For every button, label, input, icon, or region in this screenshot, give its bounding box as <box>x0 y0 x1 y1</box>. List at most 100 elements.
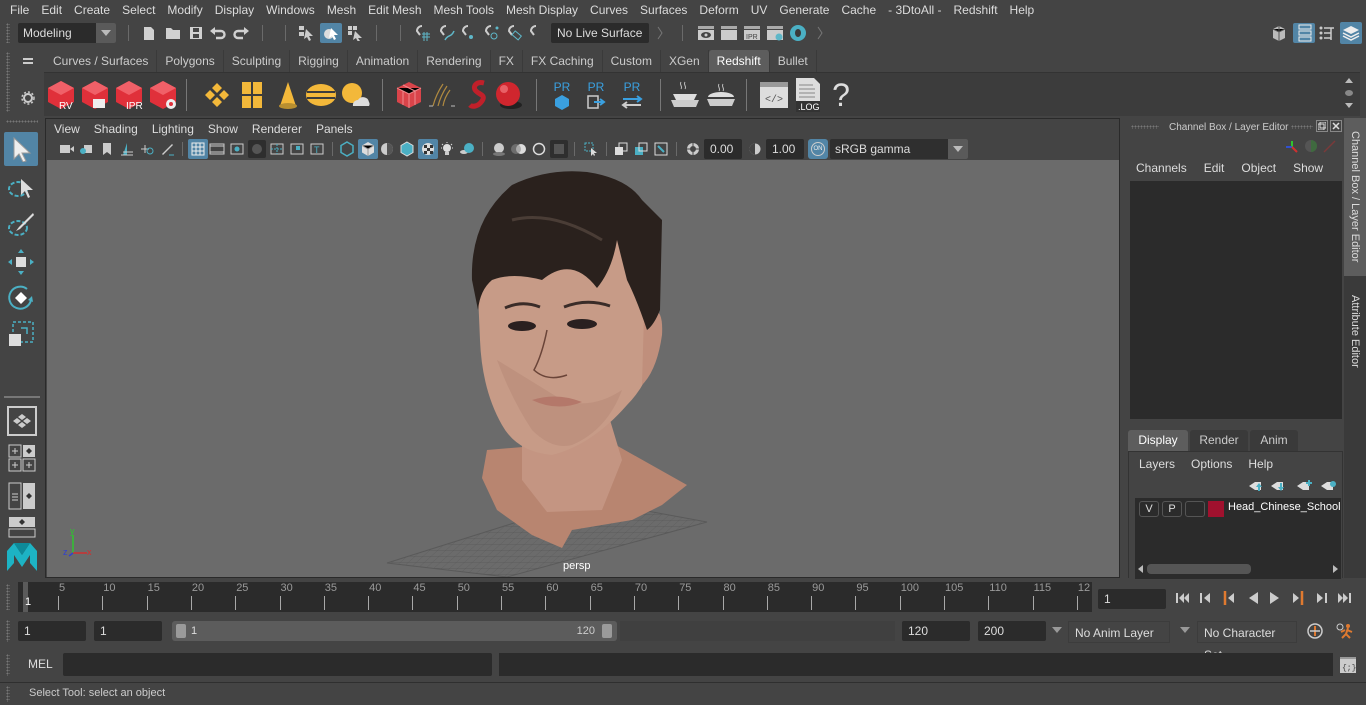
head-model[interactable] <box>372 160 732 577</box>
color-management-toggle[interactable]: ON <box>808 139 828 159</box>
redshift-ies-light-icon[interactable] <box>272 77 304 113</box>
camera-attributes-icon[interactable] <box>78 140 96 158</box>
redshift-dome-light-icon[interactable] <box>304 77 338 113</box>
isolate-select-icon[interactable] <box>582 140 600 158</box>
menu-display[interactable]: Display <box>209 0 260 20</box>
animation-start-field[interactable]: 1 <box>18 621 86 641</box>
playback-end-field[interactable]: 120 <box>902 621 970 641</box>
layer-tab-render[interactable]: Render <box>1190 430 1248 451</box>
move-layer-up-icon[interactable] <box>1247 478 1265 494</box>
toolbox-grip[interactable] <box>6 120 38 123</box>
tool-settings-icon[interactable] <box>1317 23 1337 43</box>
redshift-script-editor-icon[interactable]: </> <box>758 77 790 113</box>
redshift-hair-icon[interactable] <box>426 77 458 113</box>
snap-curve-icon[interactable] <box>436 23 456 43</box>
field-chart-icon[interactable] <box>268 140 286 158</box>
redshift-ipr-icon[interactable]: IPR <box>112 77 146 113</box>
command-input[interactable] <box>63 653 492 676</box>
go-to-start-icon[interactable] <box>1174 589 1192 607</box>
new-scene-icon[interactable] <box>140 23 158 43</box>
channel-box-menu-show[interactable]: Show <box>1293 161 1323 175</box>
range-slider[interactable]: 1 120 <box>172 621 617 641</box>
viewport-canvas[interactable]: persp y x z <box>47 160 1119 577</box>
close-panel-icon[interactable] <box>1330 120 1342 132</box>
status-line-grip[interactable] <box>6 23 10 43</box>
select-camera-icon[interactable] <box>58 140 76 158</box>
xray-active-components-icon[interactable] <box>632 140 650 158</box>
default-material-icon[interactable] <box>378 140 396 158</box>
range-grip[interactable] <box>6 620 10 642</box>
step-back-key-icon[interactable] <box>1220 589 1238 607</box>
wireframe-on-shaded-icon[interactable] <box>398 140 416 158</box>
redshift-pr-export-icon[interactable]: PR <box>582 75 610 115</box>
menu-generate[interactable]: Generate <box>773 0 835 20</box>
layer-visibility-toggle[interactable]: V <box>1139 501 1159 517</box>
redshift-log-icon[interactable]: .LOG <box>792 75 824 115</box>
speed-icon[interactable] <box>1303 138 1319 154</box>
go-to-end-icon[interactable] <box>1335 589 1353 607</box>
save-scene-icon[interactable] <box>186 23 206 43</box>
snap-view-plane-icon[interactable] <box>481 23 501 43</box>
bookmark-icon[interactable] <box>98 140 116 158</box>
persp-graph-layout-icon[interactable] <box>7 516 37 538</box>
new-layer-icon[interactable] <box>1295 478 1313 494</box>
viewport-menu-view[interactable]: View <box>46 122 87 136</box>
render-view-icon[interactable] <box>696 23 716 43</box>
viewport-menu-panels[interactable]: Panels <box>309 122 360 136</box>
layer-menu-layers[interactable]: Layers <box>1139 457 1175 471</box>
select-object-icon[interactable] <box>320 23 342 43</box>
layer-tab-anim[interactable]: Anim <box>1250 430 1298 451</box>
current-frame-field[interactable]: 1 <box>1098 589 1166 609</box>
hypershade-icon[interactable] <box>788 23 808 43</box>
multisample-aa-icon[interactable] <box>530 140 548 158</box>
auto-key-icon[interactable] <box>1305 621 1325 641</box>
screen-space-ao-icon[interactable] <box>490 140 508 158</box>
safe-title-icon[interactable]: T <box>308 140 326 158</box>
grease-pencil-icon[interactable] <box>158 140 176 158</box>
paint-select-tool-icon[interactable] <box>4 208 38 242</box>
xray-icon[interactable] <box>612 140 630 158</box>
menu-mesh-display[interactable]: Mesh Display <box>500 0 584 20</box>
layer-color-swatch[interactable] <box>1208 501 1224 517</box>
script-language-label[interactable]: MEL <box>28 657 53 671</box>
channel-box-menu-object[interactable]: Object <box>1241 161 1276 175</box>
command-line-grip[interactable] <box>6 654 10 676</box>
layer-menu-options[interactable]: Options <box>1191 457 1232 471</box>
range-start-handle[interactable] <box>176 624 186 638</box>
step-forward-frame-icon[interactable] <box>1312 589 1330 607</box>
channel-box-toggle-icon[interactable] <box>1340 22 1362 44</box>
side-tab-attribute-editor[interactable]: Attribute Editor <box>1344 280 1366 382</box>
redshift-batch-render-icon[interactable] <box>78 77 112 113</box>
viewport-menu-show[interactable]: Show <box>201 122 245 136</box>
range-end-handle[interactable] <box>602 624 612 638</box>
shelf-grip[interactable] <box>6 52 10 112</box>
redshift-bake-set-icon[interactable] <box>704 77 738 113</box>
single-perspective-view-icon[interactable] <box>7 406 37 436</box>
menu-cache[interactable]: Cache <box>835 0 882 20</box>
color-space-dropdown[interactable]: sRGB gamma <box>830 139 968 159</box>
menu-create[interactable]: Create <box>68 0 116 20</box>
side-tab-channel-box[interactable]: Channel Box / Layer Editor <box>1344 118 1366 276</box>
animation-preferences-icon[interactable] <box>1334 621 1356 641</box>
mode-selector[interactable]: Modeling <box>18 23 116 43</box>
menu-curves[interactable]: Curves <box>584 0 634 20</box>
playback-start-field[interactable]: 1 <box>94 621 162 641</box>
channel-box-menu-edit[interactable]: Edit <box>1204 161 1225 175</box>
exposure-icon[interactable] <box>684 140 702 158</box>
step-forward-key-icon[interactable] <box>1289 589 1307 607</box>
time-slider[interactable]: 1 5 10 15 20 25 30 35 40 45 50 55 60 65 70 75 80 85 90 95 1… <box>18 582 1092 612</box>
shelf-tab-sculpting[interactable]: Sculpting <box>223 50 291 72</box>
shelf-tab-bullet[interactable]: Bullet <box>769 50 817 72</box>
channel-box-menu-channels[interactable]: Channels <box>1136 161 1187 175</box>
redo-icon[interactable] <box>231 23 251 43</box>
redshift-proxy-icon[interactable] <box>394 77 424 113</box>
menu-surfaces[interactable]: Surfaces <box>634 0 693 20</box>
select-tool-icon[interactable] <box>4 132 38 166</box>
menu-help[interactable]: Help <box>1004 0 1041 20</box>
manipulator-icon[interactable] <box>1283 138 1301 156</box>
redshift-volume-icon[interactable] <box>462 77 496 113</box>
shelf-tab-fx-caching[interactable]: FX Caching <box>522 50 603 72</box>
film-gate-icon[interactable] <box>208 140 226 158</box>
redshift-sun-sky-icon[interactable] <box>338 77 372 113</box>
anim-layer-chevron-icon[interactable] <box>1050 623 1064 637</box>
